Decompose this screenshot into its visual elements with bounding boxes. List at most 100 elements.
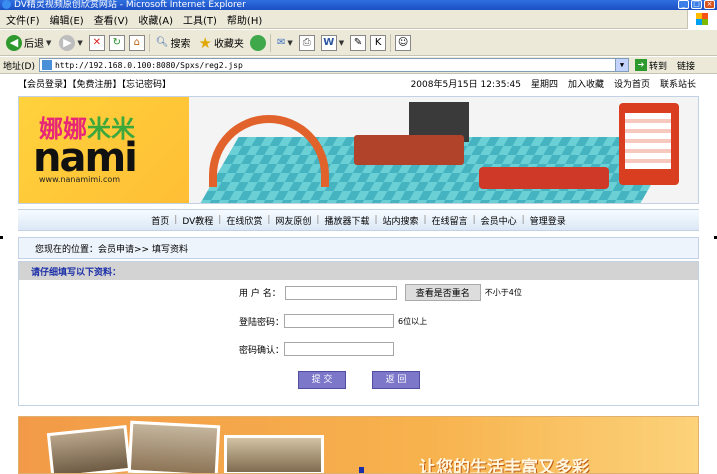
menu-edit[interactable]: 编辑(E) bbox=[48, 12, 92, 27]
ie-icon bbox=[2, 0, 11, 9]
forward-button[interactable]: ▶ ▼ bbox=[57, 32, 84, 54]
messenger-icon[interactable]: ☺ bbox=[395, 34, 412, 51]
chevron-down-icon[interactable]: ▼ bbox=[339, 39, 344, 47]
refresh-icon[interactable]: ↻ bbox=[108, 34, 125, 51]
menu-favorites[interactable]: 收藏(A) bbox=[136, 12, 181, 27]
chevron-down-icon[interactable]: ▼ bbox=[287, 39, 292, 47]
nav-dv-tutorial[interactable]: DV教程 bbox=[177, 214, 218, 227]
password-row: 登陆密码： 6位以上 bbox=[239, 314, 427, 328]
mail-button[interactable]: ✉ ▼ bbox=[275, 32, 295, 54]
print-icon[interactable]: ⎙ bbox=[298, 34, 315, 51]
datetime: 2008年5月15日 12:35:45 bbox=[410, 80, 521, 90]
toolbar-separator bbox=[269, 33, 271, 52]
research-icon[interactable]: K bbox=[370, 34, 387, 51]
set-home-link[interactable]: 设为首页 bbox=[614, 77, 650, 90]
home-icon[interactable]: ⌂ bbox=[128, 34, 145, 51]
nav-admin-login[interactable]: 管理登录 bbox=[525, 214, 571, 227]
search-label: 搜索 bbox=[170, 39, 191, 50]
history-icon[interactable] bbox=[249, 34, 266, 51]
bottom-marker bbox=[359, 467, 364, 473]
address-url[interactable]: http://192.168.0.100:8080/Spxs/reg2.jsp bbox=[55, 61, 243, 70]
main-nav: 首页 | DV教程 | 在线欣赏 | 网友原创 | 播放器下载 | 站内搜索 | 在线留言 |… bbox=[18, 209, 699, 231]
back-button-form[interactable]: 返 回 bbox=[372, 371, 420, 389]
window-title-bar: DV精灵视频原创欣赏网站 - Microsoft Internet Explor… bbox=[0, 0, 717, 10]
add-favorite-link[interactable]: 加入收藏 bbox=[568, 77, 604, 90]
favorites-label: 收藏夹 bbox=[213, 39, 244, 50]
word-icon: W bbox=[320, 34, 337, 51]
nav-player-download[interactable]: 播放器下载 bbox=[319, 214, 374, 227]
site-logo[interactable]: 娜娜米米 nami www.nanamimi.com bbox=[25, 109, 175, 189]
nav-site-search[interactable]: 站内搜索 bbox=[378, 214, 424, 227]
toolbar-separator bbox=[148, 33, 150, 52]
window-controls: _ □ × bbox=[678, 0, 715, 10]
bottom-banner: 让您的生活丰富又多彩 bbox=[18, 416, 699, 474]
username-field[interactable] bbox=[284, 285, 397, 300]
check-username-button[interactable]: 查看是否重名 bbox=[404, 284, 481, 301]
search-button[interactable]: 🔍︎ 搜索 bbox=[154, 32, 193, 54]
header-banner: 娜娜米米 nami www.nanamimi.com bbox=[18, 96, 699, 204]
banner-sofa bbox=[479, 167, 609, 189]
window-edge-mark bbox=[0, 236, 3, 239]
nav-member-center[interactable]: 会员中心 bbox=[476, 214, 522, 227]
menu-view[interactable]: 查看(V) bbox=[92, 12, 137, 27]
stop-icon[interactable]: ✕ bbox=[88, 34, 105, 51]
confirm-password-field[interactable] bbox=[284, 342, 395, 356]
back-arrow-icon: ◀ bbox=[6, 34, 22, 51]
nav-guestbook[interactable]: 在线留言 bbox=[427, 214, 473, 227]
minimize-button[interactable]: _ bbox=[678, 0, 689, 9]
maximize-button[interactable]: □ bbox=[691, 0, 702, 9]
menu-bar: 文件(F) 编辑(E) 查看(V) 收藏(A) 工具(T) 帮助(H) bbox=[0, 10, 717, 29]
windows-logo-icon bbox=[687, 10, 717, 29]
favorites-button[interactable]: ★ 收藏夹 bbox=[196, 32, 245, 54]
window-title: DV精灵视频原创欣赏网站 - Microsoft Internet Explor… bbox=[14, 0, 246, 10]
account-links[interactable]: 【会员登录】【免费注册】【忘记密码】 bbox=[18, 77, 171, 90]
bottom-photo bbox=[127, 420, 221, 473]
bottom-slogan: 让您的生活丰富又多彩 bbox=[419, 458, 589, 474]
star-icon: ★ bbox=[198, 33, 212, 52]
chevron-down-icon[interactable]: ▼ bbox=[77, 39, 82, 47]
links-button[interactable]: 链接 bbox=[677, 59, 695, 72]
toolbar: ◀ 后退 ▼ ▶ ▼ ✕ ↻ ⌂ 🔍︎ 搜索 ★ 收藏夹 ✉ ▼ ⎙ W ▼ ✎… bbox=[0, 30, 717, 56]
mail-icon: ✉ bbox=[276, 37, 286, 48]
top-strip: 【会员登录】【免费注册】【忘记密码】 2008年5月15日 12:35:45 星… bbox=[18, 75, 700, 92]
banner-billboard bbox=[619, 103, 679, 185]
page-content: 【会员登录】【免费注册】【忘记密码】 2008年5月15日 12:35:45 星… bbox=[0, 75, 717, 474]
menu-help[interactable]: 帮助(H) bbox=[225, 12, 270, 27]
password-label: 登陆密码： bbox=[239, 317, 285, 328]
nav-online-watch[interactable]: 在线欣赏 bbox=[221, 214, 267, 227]
edit-button[interactable]: W ▼ bbox=[319, 32, 346, 54]
menu-file[interactable]: 文件(F) bbox=[4, 12, 48, 27]
go-label: 转到 bbox=[648, 61, 667, 72]
menu-tools[interactable]: 工具(T) bbox=[181, 12, 225, 27]
back-label: 后退 bbox=[24, 39, 44, 50]
chevron-down-icon[interactable]: ▼ bbox=[614, 59, 628, 71]
discuss-icon[interactable]: ✎ bbox=[350, 34, 367, 51]
search-icon: 🔍︎ bbox=[155, 37, 169, 48]
username-hint: 不小于4位 bbox=[484, 288, 522, 297]
password-field[interactable] bbox=[284, 314, 395, 328]
form-heading: 请仔细填写以下资料： bbox=[19, 262, 698, 280]
banner-counter bbox=[354, 135, 464, 165]
nav-user-original[interactable]: 网友原创 bbox=[270, 214, 316, 227]
address-bar: 地址(D) http://192.168.0.100:8080/Spxs/reg… bbox=[0, 57, 717, 74]
top-strip-right: 2008年5月15日 12:35:45 星期四 加入收藏 设为首页 联系站长 bbox=[411, 77, 696, 90]
nav-home[interactable]: 首页 bbox=[146, 214, 174, 227]
address-input[interactable]: http://192.168.0.100:8080/Spxs/reg2.jsp … bbox=[38, 58, 629, 72]
toolbar-separator bbox=[390, 33, 392, 52]
logo-url: www.nanamimi.com bbox=[39, 175, 121, 184]
go-button[interactable]: ➔ 转到 bbox=[634, 59, 667, 72]
go-arrow-icon: ➔ bbox=[634, 59, 647, 71]
forward-arrow-icon: ▶ bbox=[59, 34, 76, 51]
chevron-down-icon[interactable]: ▼ bbox=[46, 39, 51, 47]
address-label: 地址(D) bbox=[3, 61, 35, 72]
breadcrumb: 您现在的位置：会员申请>> 填写资料 bbox=[18, 237, 699, 259]
bottom-photo bbox=[46, 424, 132, 473]
submit-button[interactable]: 提 交 bbox=[298, 371, 346, 389]
username-label: 用 户 名： bbox=[239, 289, 281, 299]
close-button[interactable]: × bbox=[704, 0, 715, 9]
page-icon bbox=[41, 60, 52, 70]
password-hint: 6位以上 bbox=[398, 316, 428, 326]
registration-form: 请仔细填写以下资料： 用 户 名： 查看是否重名 不小于4位 登陆密码： 6位以… bbox=[18, 261, 699, 406]
back-button[interactable]: ◀ 后退 ▼ bbox=[4, 32, 53, 54]
contact-link[interactable]: 联系站长 bbox=[660, 77, 696, 90]
